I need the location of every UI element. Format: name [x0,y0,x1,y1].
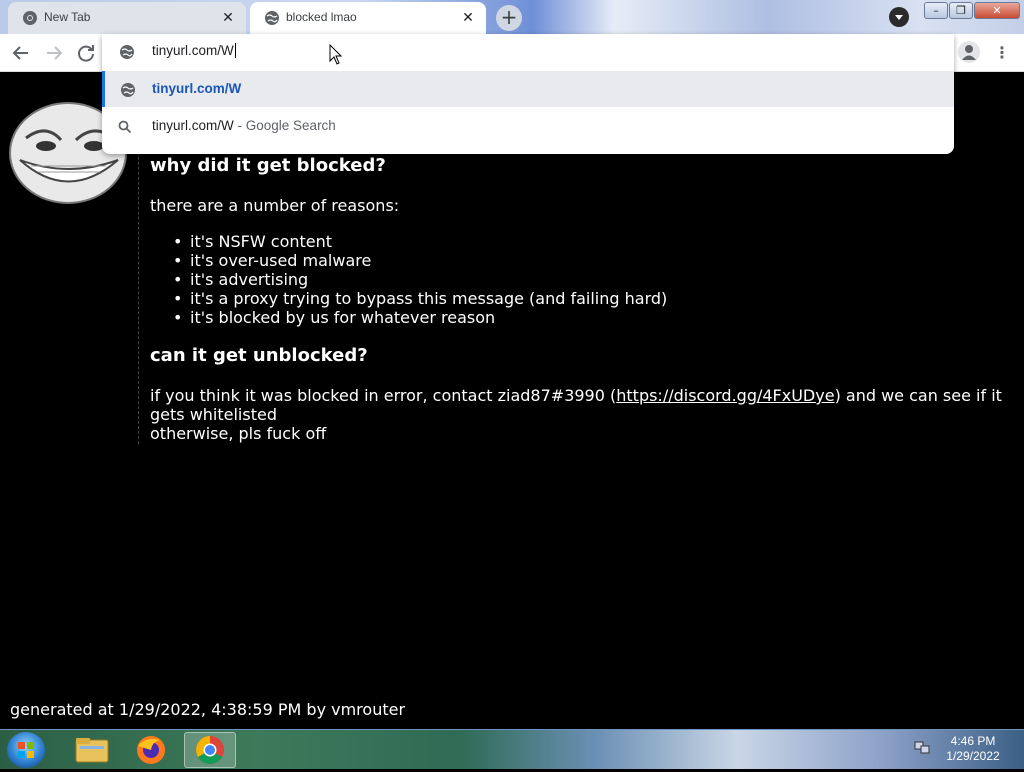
omnibox[interactable]: tinyurl.com/W [102,34,954,70]
windows-taskbar: 4:46 PM 1/29/2022 [0,729,1024,769]
forward-arrow-icon [47,46,63,60]
contact-paragraph-line2: gets whitelisted [150,405,277,424]
heading-why-blocked: why did it get blocked? [150,155,386,176]
mouse-cursor-icon [329,44,343,65]
tab-strip: New Tab ✕ blocked lmao ✕ + – ❐ ✕ [0,0,1024,34]
globe-icon [121,83,135,97]
taskbar-explorer[interactable] [66,732,118,768]
address-input[interactable]: tinyurl.com/W [152,43,236,58]
chrome-icon [23,11,37,25]
tab-title: blocked lmao [286,10,357,24]
globe-icon [265,11,279,25]
search-icon [118,120,132,134]
close-tab-icon[interactable]: ✕ [220,10,236,26]
globe-icon [120,45,134,59]
tab-blocked[interactable]: blocked lmao ✕ [250,2,486,34]
person-icon [962,45,976,60]
close-window-button[interactable]: ✕ [974,2,1020,19]
tab-title: New Tab [44,10,91,24]
back-button[interactable] [9,41,33,65]
forward-button[interactable] [42,41,66,65]
reasons-list: it's NSFW content it's over-used malware… [173,232,667,327]
new-tab-button[interactable]: + [496,5,522,31]
clock-time: 4:46 PM [950,734,996,748]
intro-text: there are a number of reasons: [150,196,400,215]
folder-icon [75,738,109,763]
discord-link[interactable]: https://discord.gg/4FxUDye [616,386,834,405]
contact-paragraph-line3: otherwise, pls fuck off [150,424,327,443]
contact-paragraph: if you think it was blocked in error, co… [150,386,1002,405]
restore-button[interactable]: ❐ [949,2,973,19]
back-arrow-icon [12,46,28,60]
clock-date: 1/29/2022 [946,749,1000,763]
suggestion-text: tinyurl.com/W [152,81,242,96]
profile-avatar-button[interactable] [958,41,980,63]
list-item: it's over-used malware [173,251,667,270]
taskbar-firefox[interactable] [124,732,176,768]
network-icon[interactable] [914,741,930,755]
close-tab-icon[interactable]: ✕ [460,10,476,26]
list-item: it's blocked by us for whatever reason [173,308,667,327]
list-item: it's a proxy trying to bypass this messa… [173,289,667,308]
minimize-button[interactable]: – [924,2,948,19]
omnibox-suggestion-url[interactable]: tinyurl.com/W [102,71,954,107]
tab-search-button[interactable] [889,7,909,27]
reload-icon [78,45,94,62]
list-item: it's advertising [173,270,667,289]
web-page: why did it get blocked? there are a numb… [0,72,1024,729]
windows-logo-icon [18,742,34,758]
firefox-icon [137,736,165,764]
heading-unblock: can it get unblocked? [150,345,368,366]
generated-footer: generated at 1/29/2022, 4:38:59 PM by vm… [10,700,406,719]
suggestion-text: tinyurl.com/W - Google Search [152,118,336,133]
browser-menu-button[interactable]: ⋮ [994,42,1010,64]
list-item: it's NSFW content [173,232,667,251]
start-button[interactable] [7,732,45,768]
reload-button[interactable] [74,41,98,65]
omnibox-dropdown: tinyurl.com/W tinyurl.com/W tinyurl.com/… [102,34,954,154]
chrome-icon [196,736,224,764]
omnibox-suggestion-search[interactable]: tinyurl.com/W - Google Search [102,108,954,144]
text-caret [234,43,236,58]
system-clock[interactable]: 4:46 PM 1/29/2022 [938,734,1008,764]
tab-new-tab[interactable]: New Tab ✕ [8,2,246,34]
taskbar-chrome[interactable] [184,732,236,768]
